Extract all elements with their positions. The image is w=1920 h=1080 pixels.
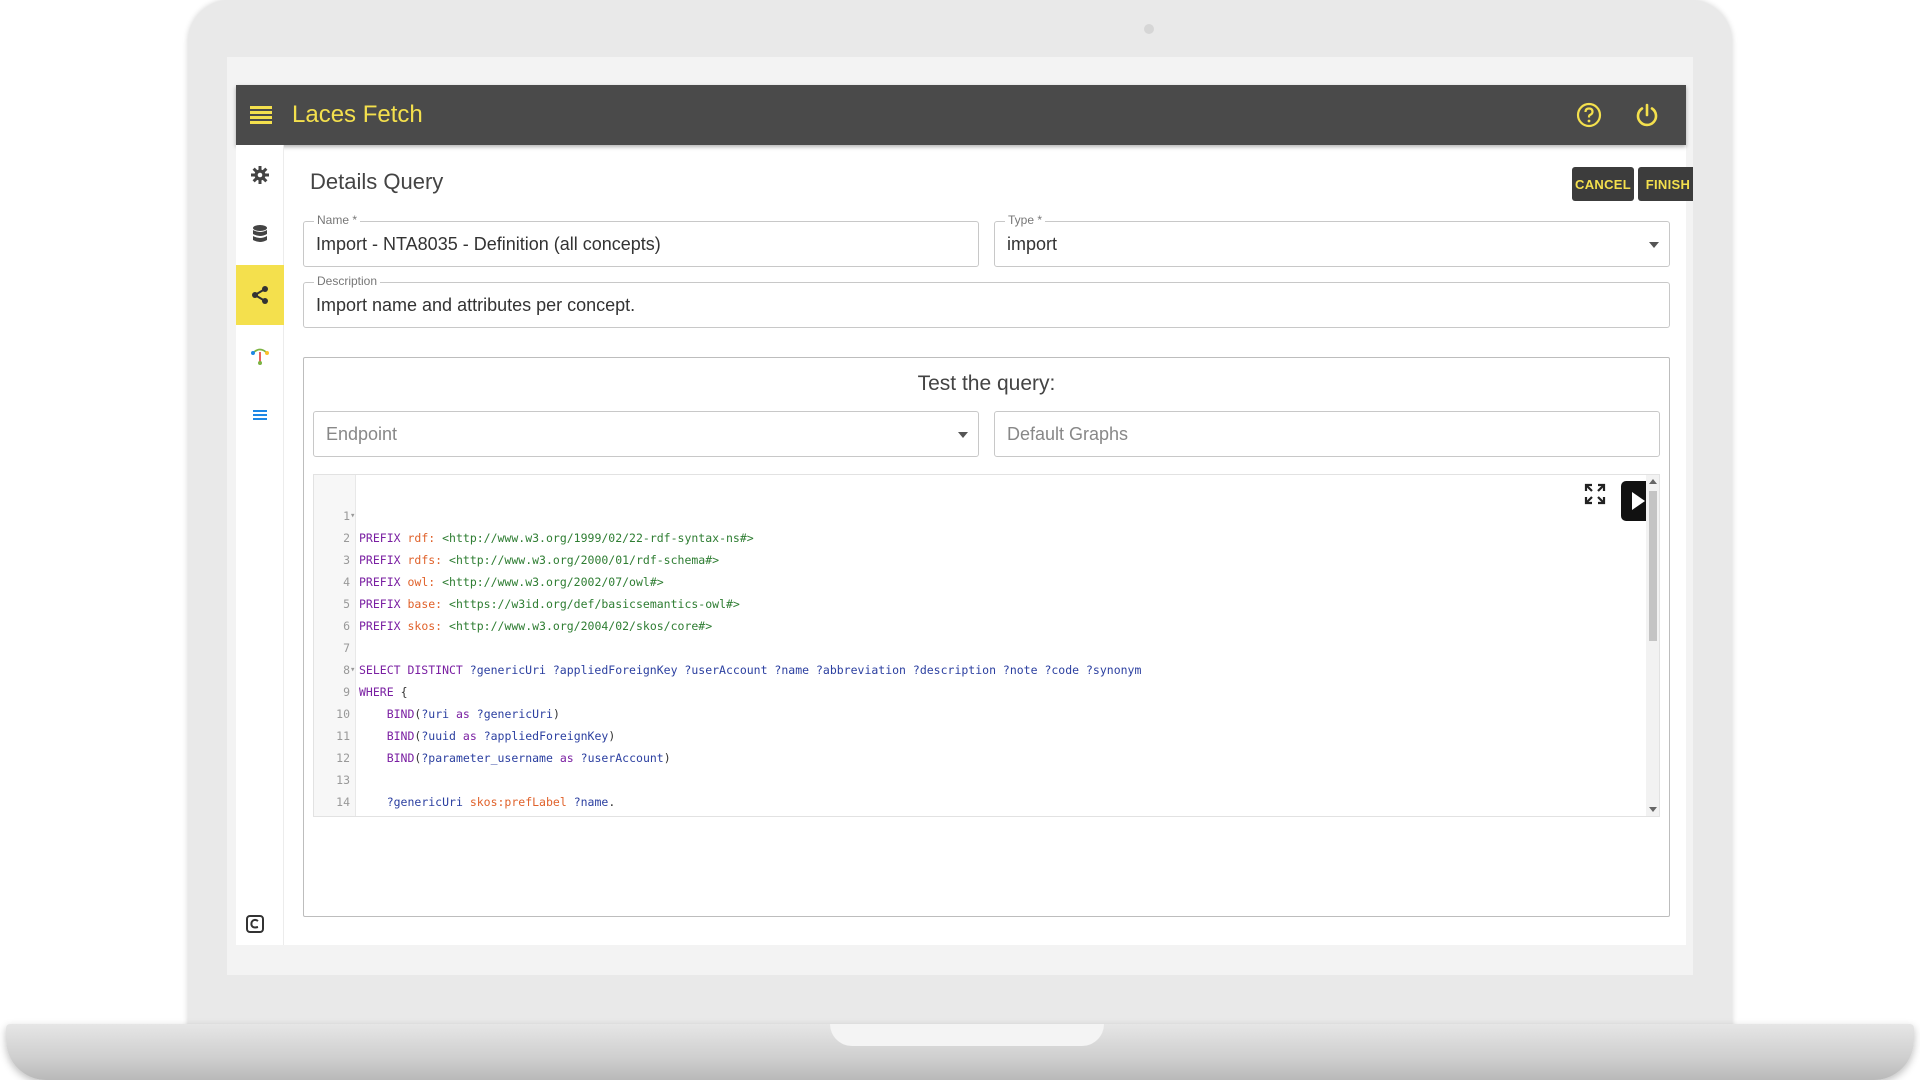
- code-line: 8 ▾ WHERE {: [314, 637, 1634, 699]
- play-icon: [1632, 492, 1645, 510]
- sidebar-item-network[interactable]: [236, 325, 284, 385]
- endpoint-placeholder: Endpoint: [326, 424, 398, 444]
- code-line: 15▾ optional {: [314, 791, 1634, 813]
- help-circle-icon[interactable]: [1574, 100, 1604, 130]
- editor-scrollbar[interactable]: [1646, 475, 1659, 816]
- code-line: 14: [336, 795, 350, 809]
- code-line: 3 PREFIX owl: <http://www.w3.org/2002/07…: [314, 527, 1634, 589]
- share-icon: [252, 286, 268, 304]
- main-content: Details Query CANCEL FINISH Name * Impor…: [284, 145, 1693, 945]
- name-value: Import - NTA8035 - Definition (all conce…: [316, 234, 661, 254]
- sidebar: [236, 145, 284, 945]
- test-query-panel: Test the query: Endpoint Default Graphs …: [303, 357, 1670, 917]
- code-line: 11 BIND(?parameter_username as ?userAcco…: [314, 703, 1634, 765]
- code-line: 2 PREFIX rdfs: <http://www.w3.org/2000/0…: [314, 505, 1634, 567]
- sidebar-item-queries[interactable]: [236, 265, 284, 325]
- name-label: Name *: [314, 213, 361, 227]
- code-line: 10 BIND(?uuid as ?appliedForeignKey): [314, 681, 1634, 743]
- test-query-title: Test the query:: [917, 372, 1056, 395]
- code-line: 1 ▾ PREFIX rdf: <http://www.w3.org/1999/0…: [314, 483, 1634, 545]
- default-graphs-placeholder: Default Graphs: [1007, 424, 1129, 444]
- code-line: 13 ?genericUri skos:prefLabel ?name.: [314, 747, 1634, 809]
- description-value: Import name and attributes per concept.: [316, 295, 636, 315]
- finish-button[interactable]: FINISH: [1638, 167, 1693, 201]
- app-window: Laces Fetch Details Query CANCEL FINISH …: [236, 85, 1693, 945]
- query-editor[interactable]: 1 ▾ PREFIX rdf: <http://www.w3.org/1999/0…: [313, 474, 1660, 817]
- top-bar: Laces Fetch: [236, 85, 1686, 145]
- copyright-icon[interactable]: [246, 915, 266, 935]
- app-title: Laces Fetch: [292, 101, 423, 128]
- type-label: Type *: [1005, 213, 1046, 227]
- code-line: 5 PREFIX skos: <http://www.w3.org/2004/0…: [314, 571, 1634, 633]
- sidebar-item-settings[interactable]: [236, 145, 284, 205]
- type-select[interactable]: Type * import: [994, 213, 1670, 267]
- chevron-down-icon: [958, 432, 968, 438]
- description-field[interactable]: Description Import name and attributes p…: [303, 274, 1670, 328]
- scroll-up-icon[interactable]: [1649, 479, 1657, 484]
- code-lines: 1 ▾ PREFIX rdf: <http://www.w3.org/1999/0…: [314, 483, 1634, 813]
- fold-arrow-icon[interactable]: ▾: [350, 813, 355, 816]
- sidebar-item-list[interactable]: [236, 385, 284, 445]
- database-icon: [253, 225, 267, 242]
- power-icon[interactable]: [1632, 100, 1662, 130]
- chevron-down-icon: [1649, 242, 1659, 248]
- list-icon: [253, 410, 267, 420]
- gear-icon: [251, 166, 269, 184]
- expand-icon[interactable]: [1584, 483, 1608, 507]
- menu-icon[interactable]: [250, 104, 272, 126]
- code-line: 7 SELECT DISTINCT ?genericUri ?appliedFo…: [314, 615, 1634, 677]
- laptop-base: [6, 1024, 1914, 1080]
- code-line: 6: [343, 619, 350, 633]
- scroll-thumb[interactable]: [1649, 491, 1657, 641]
- description-label: Description: [314, 274, 381, 288]
- sidebar-item-database[interactable]: [236, 205, 284, 265]
- endpoint-select[interactable]: Endpoint: [313, 411, 979, 457]
- code-line: 12: [336, 751, 350, 765]
- network-icon: [251, 348, 269, 365]
- type-value: import: [1007, 234, 1058, 254]
- default-graphs-input[interactable]: Default Graphs: [994, 411, 1660, 457]
- screen: Laces Fetch Details Query CANCEL FINISH …: [227, 57, 1693, 975]
- name-field[interactable]: Name * Import - NTA8035 - Definition (al…: [303, 213, 979, 267]
- code-line: 4 PREFIX base: <https://w3id.org/def/bas…: [314, 549, 1634, 611]
- top-actions: [1574, 100, 1662, 130]
- page-title: Details Query: [310, 169, 444, 194]
- scroll-down-icon[interactable]: [1649, 807, 1657, 812]
- camera-dot: [1144, 24, 1154, 34]
- code-line: 9 BIND(?uri as ?genericUri): [314, 659, 1634, 721]
- cancel-button[interactable]: CANCEL: [1572, 167, 1634, 201]
- laptop-notch: [830, 1024, 1104, 1046]
